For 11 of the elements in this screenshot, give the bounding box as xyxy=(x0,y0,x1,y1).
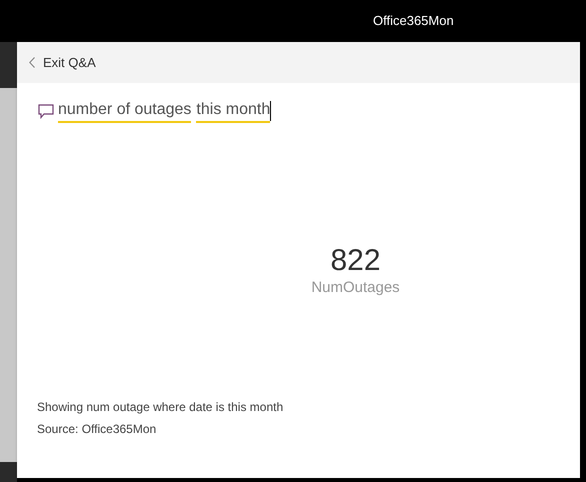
question-field[interactable]: number of outages this month xyxy=(38,99,580,123)
result-description: Showing num outage where date is this month xyxy=(37,399,284,416)
scrollbar[interactable] xyxy=(0,88,17,462)
chevron-left-icon xyxy=(29,57,35,68)
speech-bubble-icon xyxy=(38,104,54,118)
query-term: number of outages xyxy=(58,99,192,123)
app-title: Office365Mon xyxy=(373,12,454,30)
source-text: Source: Office365Mon xyxy=(37,421,158,438)
card-value: 822 xyxy=(330,244,381,278)
exit-qa-button[interactable]: Exit Q&A xyxy=(29,52,96,72)
card-label: NumOutages xyxy=(311,278,400,298)
